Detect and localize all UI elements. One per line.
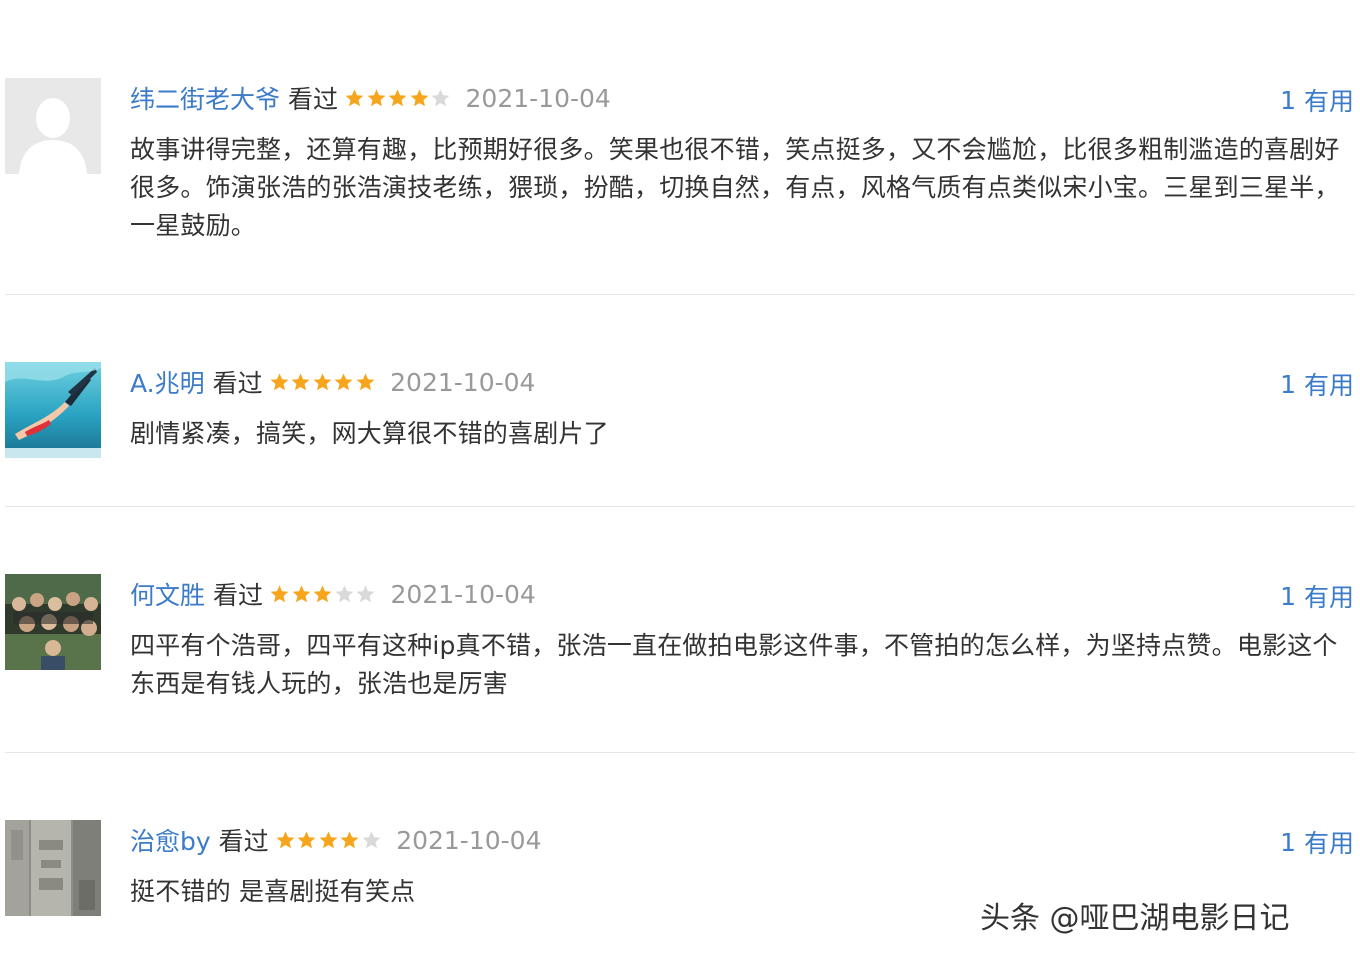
rating-stars: [269, 584, 377, 605]
watched-status: 看过: [218, 827, 269, 856]
underwater-diver-avatar: [5, 362, 101, 458]
user-avatar[interactable]: [5, 78, 101, 174]
star-filled-icon: [345, 88, 364, 106]
review-divider: [5, 294, 1355, 295]
watched-status: 看过: [288, 85, 339, 114]
review-date: 2021-10-04: [390, 579, 536, 609]
star-empty-icon: [362, 830, 381, 848]
group-photo-avatar: [5, 574, 101, 670]
watermark-text: 头条 @哑巴湖电影日记: [980, 901, 1290, 936]
star-filled-icon: [319, 830, 338, 848]
useful-count: 1: [1280, 85, 1296, 115]
review-content: 剧情紧凑，搞笑，网大算很不错的喜剧片了: [130, 419, 609, 448]
rating-stars: [269, 372, 377, 393]
useful-label: 有用: [1303, 87, 1354, 116]
review-date: 2021-10-04: [465, 83, 611, 113]
review-date: 2021-10-04: [396, 825, 542, 855]
default-user-avatar-icon: [5, 78, 101, 174]
star-filled-icon: [410, 88, 428, 106]
star-filled-icon: [313, 372, 332, 390]
review-username[interactable]: 何文胜: [130, 576, 205, 612]
review-username[interactable]: 治愈by: [130, 822, 211, 858]
useful-vote-button[interactable]: 1 有用: [1280, 366, 1354, 402]
star-filled-icon: [313, 584, 332, 602]
useful-count: 1: [1280, 369, 1296, 399]
stone-carving-avatar: [5, 820, 101, 916]
useful-vote-button[interactable]: 1 有用: [1280, 824, 1354, 860]
useful-label: 有用: [1303, 829, 1354, 858]
review-date: 2021-10-04: [390, 367, 536, 397]
star-empty-icon: [356, 584, 375, 602]
user-avatar[interactable]: [5, 574, 101, 670]
useful-count: 1: [1280, 827, 1296, 857]
star-filled-icon: [291, 372, 310, 390]
star-filled-icon: [340, 830, 359, 848]
star-filled-icon: [334, 372, 353, 390]
watched-status: 看过: [212, 369, 263, 398]
watched-status: 看过: [213, 581, 264, 610]
star-filled-icon: [270, 372, 289, 390]
star-filled-icon: [356, 372, 375, 390]
review-content: 故事讲得完整，还算有趣，比预期好很多。笑果也很不错，笑点挺多，又不会尴尬，比很多…: [130, 135, 1340, 240]
star-empty-icon: [335, 584, 353, 602]
star-filled-icon: [388, 88, 407, 106]
user-avatar[interactable]: [5, 362, 101, 458]
review-username[interactable]: A.兆明: [130, 364, 205, 400]
rating-stars: [344, 88, 452, 109]
review-divider: [5, 506, 1355, 507]
useful-count: 1: [1280, 581, 1296, 611]
star-filled-icon: [367, 88, 385, 106]
star-empty-icon: [431, 88, 450, 106]
review-username[interactable]: 纬二街老大爷: [130, 80, 280, 116]
star-filled-icon: [276, 830, 295, 848]
review-content: 四平有个浩哥，四平有这种ip真不错，张浩一直在做拍电影这件事，不管拍的怎么样，为…: [130, 631, 1338, 698]
useful-vote-button[interactable]: 1 有用: [1280, 578, 1354, 614]
star-filled-icon: [292, 584, 310, 602]
star-filled-icon: [297, 830, 316, 848]
useful-vote-button[interactable]: 1 有用: [1280, 82, 1354, 118]
user-avatar[interactable]: [5, 820, 101, 916]
useful-label: 有用: [1303, 583, 1354, 612]
rating-stars: [275, 830, 383, 851]
useful-label: 有用: [1303, 371, 1354, 400]
review-divider: [5, 752, 1355, 753]
star-filled-icon: [270, 584, 289, 602]
